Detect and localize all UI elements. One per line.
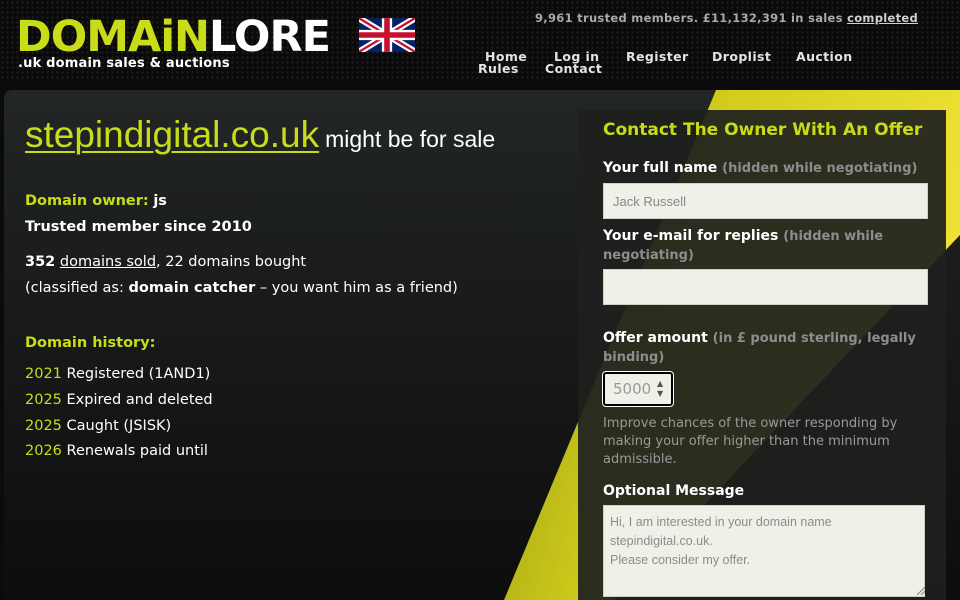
owner-classification: (classified as: domain catcher – you wan…: [25, 280, 458, 296]
site-stats: 9,961 trusted members. £11,132,391 in sa…: [535, 11, 918, 25]
offer-amount-label: Offer amount (in £ pound sterling, legal…: [603, 330, 916, 365]
uk-flag-icon: [359, 18, 415, 52]
nav-contact[interactable]: Contact: [545, 61, 602, 76]
owner-line: Domain owner: js: [25, 193, 167, 209]
full-name-label: Your full name (hidden while negotiating…: [603, 160, 918, 176]
offer-form: Contact The Owner With An Offer Your ful…: [578, 110, 946, 600]
history-item: 2026 Renewals paid until: [25, 443, 208, 459]
nav-register[interactable]: Register: [626, 49, 689, 64]
spinner-arrows-icon[interactable]: ▲ ▼: [657, 379, 667, 399]
offer-note: Improve chances of the owner responding …: [603, 416, 898, 467]
domain-name-link[interactable]: stepindigital.co.uk: [25, 114, 319, 155]
page-title: stepindigital.co.uk might be for sale: [25, 114, 496, 155]
site-logo[interactable]: DOMAiNLORE: [16, 14, 331, 60]
nav-droplist[interactable]: Droplist: [712, 49, 771, 64]
main-panel: stepindigital.co.uk might be for sale Dom…: [4, 90, 960, 600]
site-tagline: .uk domain sales & auctions: [18, 56, 230, 71]
completed-sales-link[interactable]: completed: [847, 11, 918, 25]
message-label: Optional Message: [603, 483, 745, 499]
history-item: 2025 Expired and deleted: [25, 392, 213, 408]
owner-name: js: [153, 193, 167, 209]
resize-handle-icon[interactable]: [917, 587, 925, 595]
email-label: Your e-mail for replies (hidden while ne…: [603, 228, 884, 263]
full-name-input[interactable]: Jack Russell: [603, 183, 928, 219]
message-textarea[interactable]: Hi, I am interested in your domain name …: [603, 505, 925, 597]
nav-auction[interactable]: Auction: [796, 49, 853, 64]
owner-stats: 352 domains sold, 22 domains bought: [25, 254, 307, 270]
history-item: 2025 Caught (JSISK): [25, 418, 172, 434]
member-since: Trusted member since 2010: [25, 219, 252, 235]
history-heading: Domain history:: [25, 335, 156, 351]
site-header: DOMAiNLORE .uk domain sales & auctions 9…: [0, 0, 960, 82]
history-item: 2021 Registered (1AND1): [25, 366, 211, 382]
email-input[interactable]: [603, 269, 928, 305]
offer-amount-input[interactable]: 5000 ▲ ▼: [602, 371, 674, 407]
domains-sold-link[interactable]: domains sold: [60, 254, 156, 270]
nav-rules[interactable]: Rules: [478, 61, 519, 76]
form-title: Contact The Owner With An Offer: [603, 120, 923, 140]
